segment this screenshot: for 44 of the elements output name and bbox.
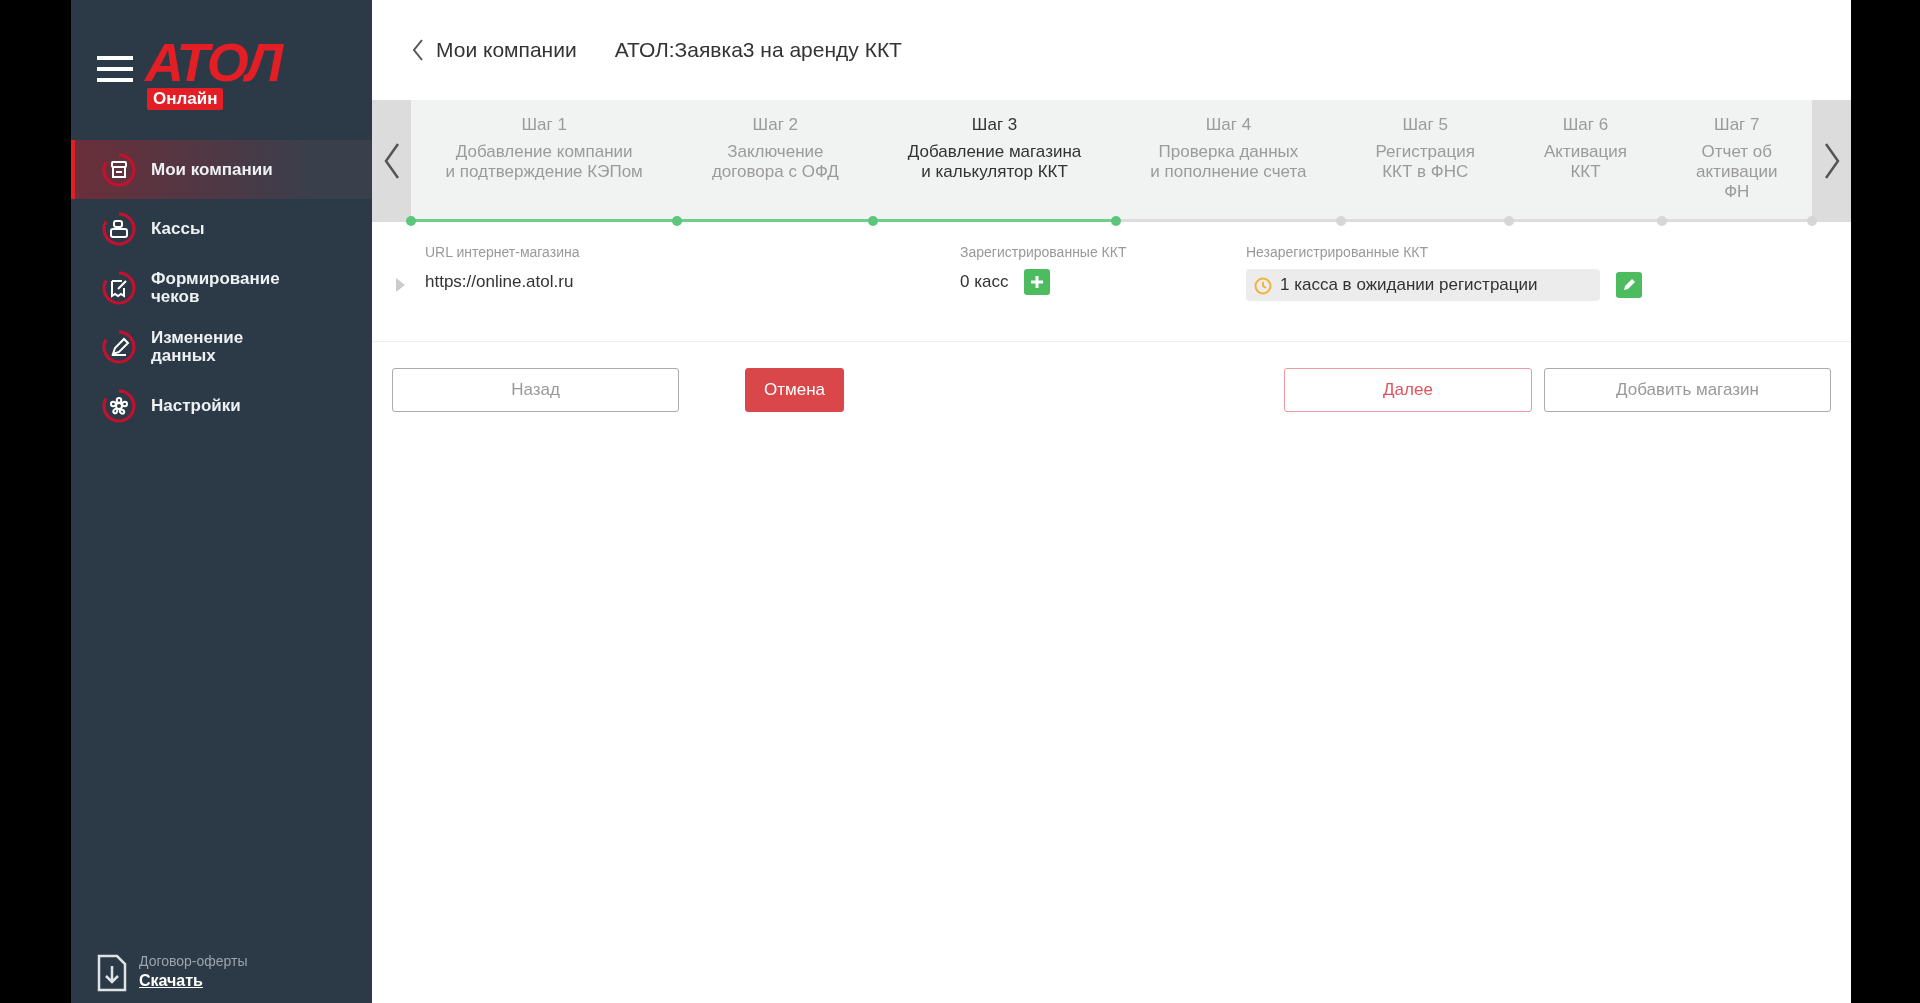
sidebar-item[interactable]: Формирование чеков	[71, 258, 372, 317]
field-label: URL интернет-магазина	[425, 243, 581, 262]
box-icon	[101, 151, 137, 188]
pending-status: 1 касса в ожидании регистрации	[1246, 269, 1600, 301]
edit-button[interactable]	[1616, 271, 1642, 298]
sidebar-item[interactable]: Настройки	[71, 376, 372, 435]
step-tab[interactable]: Шаг 1 Добавление компании и подтверждение КЭПом	[435, 112, 653, 183]
step-tab[interactable]: Шаг 2 Заключение договора с ОФД	[701, 112, 849, 183]
chevron-left-icon	[412, 39, 424, 61]
sidebar-item[interactable]: Изменение данных	[71, 317, 372, 376]
field-label: Незарегистрированные ККТ	[1246, 243, 1429, 262]
sidebar-item[interactable]: Мои компании	[71, 140, 372, 199]
previous-arrow-button[interactable]	[372, 100, 411, 222]
download-link[interactable]: Скачать	[139, 972, 203, 989]
add-button[interactable]	[1024, 269, 1051, 295]
step-tab[interactable]: Шаг 3 Добавление магазина и калькулятор ККТ	[897, 112, 1092, 183]
add-shop-button[interactable]: Добавить магазин	[1544, 368, 1831, 412]
menu-icon[interactable]	[97, 56, 133, 82]
step-tab[interactable]: Шаг 5 Регистрация ККТ в ФНС	[1365, 112, 1485, 183]
receipt-icon	[101, 269, 137, 306]
back-link[interactable]: Мои компании	[412, 34, 577, 66]
cancel-button[interactable]: Отмена	[745, 368, 844, 412]
back-button[interactable]: Назад	[392, 368, 679, 412]
registered-count: 0 касс	[960, 271, 1009, 294]
pencil-icon	[1622, 277, 1636, 292]
document-caption: Договор-оферты	[139, 953, 248, 969]
chevron-left-icon	[383, 142, 400, 180]
pencil-icon	[101, 328, 137, 365]
step-tab[interactable]: Шаг 4 Проверка данных и пополнение счета	[1140, 112, 1317, 183]
shop-url: https://online.atol.ru	[425, 271, 575, 293]
download-icon[interactable]	[97, 954, 127, 993]
field-label: Зарегистрированные ККТ	[960, 243, 1128, 262]
step-tab[interactable]: Шаг 7 Отчет об активации ФН	[1686, 112, 1788, 203]
logo-title: АТОЛ	[145, 38, 282, 87]
next-button[interactable]: Далее	[1284, 368, 1532, 412]
step-tab[interactable]: Шаг 6 Активация ККТ	[1534, 112, 1637, 183]
flower-icon	[101, 387, 137, 424]
register-icon	[101, 210, 137, 247]
chevron-right-icon	[1823, 142, 1840, 180]
logo-subtitle: Онлайн	[147, 87, 224, 110]
next-arrow-button[interactable]	[1812, 100, 1851, 222]
sidebar-item[interactable]: Кассы	[71, 199, 372, 258]
page-title: АТОЛ:Заявка3 на аренду ККТ	[614, 37, 902, 64]
plus-icon	[1031, 276, 1044, 288]
